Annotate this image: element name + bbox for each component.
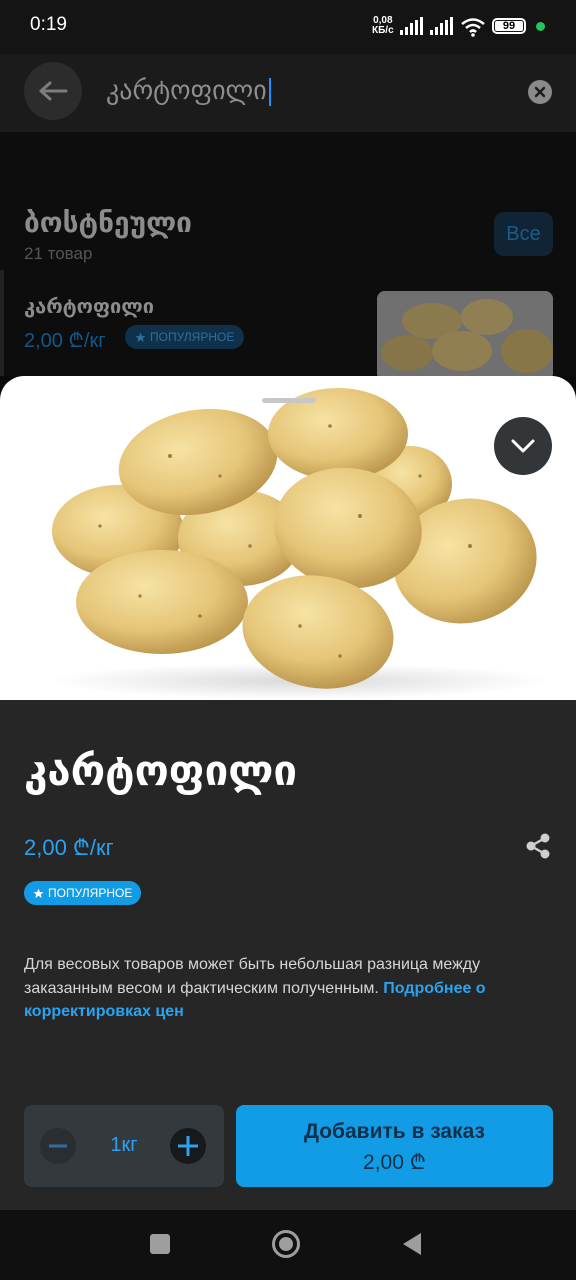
back-button[interactable]	[24, 62, 82, 120]
signal-icon	[400, 17, 423, 35]
increase-quantity-button[interactable]	[170, 1128, 206, 1164]
list-item-price: 2,00 ₾/кг	[24, 330, 106, 352]
share-button[interactable]	[522, 830, 554, 862]
star-icon	[33, 887, 44, 898]
product-bottom-sheet: კარტოფილი 2,00 ₾/кг ПОПУЛЯРНОЕ Для весов…	[0, 376, 576, 1210]
system-navigation-bar	[0, 1210, 576, 1280]
potato-thumbnail	[377, 291, 553, 381]
category-count: 21 товар	[24, 244, 93, 263]
search-input[interactable]: კარტოფილი	[106, 76, 271, 106]
quantity-value: 1кг	[110, 1134, 138, 1156]
decrease-quantity-button[interactable]	[40, 1128, 76, 1164]
triangle-back-icon	[403, 1233, 421, 1255]
add-to-order-button[interactable]: Добавить в заказ 2,00 ₾	[236, 1105, 553, 1187]
collapse-sheet-button[interactable]	[494, 417, 552, 475]
search-bar	[0, 54, 576, 132]
list-item-title[interactable]: კარტოფილი	[24, 294, 154, 318]
network-speed: 0,08 КБ/с	[372, 15, 394, 36]
see-all-button[interactable]: Все	[494, 212, 553, 256]
product-title: კარტოფილი	[24, 746, 298, 795]
nav-back-button[interactable]	[392, 1226, 432, 1262]
star-icon	[135, 331, 146, 342]
plus-icon	[178, 1136, 198, 1156]
potato-image	[50, 388, 550, 699]
quantity-stepper: 1кг	[24, 1105, 224, 1187]
clear-search-button[interactable]	[528, 80, 552, 104]
category-title: ბოსტნეული	[24, 206, 192, 239]
arrow-left-icon	[39, 81, 68, 101]
sheet-drag-handle[interactable]	[262, 398, 316, 403]
weight-note: Для весовых товаров может быть небольшая…	[24, 956, 486, 1020]
recents-button[interactable]	[140, 1226, 180, 1262]
chevron-down-icon	[511, 439, 535, 453]
status-time: 0:19	[30, 14, 67, 35]
signal-icon-2	[430, 17, 453, 35]
wifi-icon	[461, 18, 485, 37]
minus-icon	[49, 1144, 67, 1148]
circle-icon	[272, 1230, 300, 1258]
product-image	[0, 376, 576, 700]
status-bar: 0:19 0,08 КБ/с 99	[0, 0, 576, 54]
popular-badge: ПОПУЛЯРНОЕ	[24, 881, 142, 905]
close-icon	[534, 86, 546, 98]
list-item-badge: ПОПУЛЯРНОЕ	[125, 325, 245, 349]
privacy-dot	[536, 22, 545, 31]
square-icon	[150, 1234, 170, 1254]
text-caret	[268, 77, 271, 106]
home-button[interactable]	[266, 1224, 306, 1264]
scroll-indicator	[0, 270, 4, 376]
product-price: 2,00 ₾/кг	[24, 835, 114, 860]
share-icon	[526, 833, 550, 859]
list-item-image[interactable]	[377, 291, 553, 381]
battery-icon: 99	[492, 18, 526, 34]
